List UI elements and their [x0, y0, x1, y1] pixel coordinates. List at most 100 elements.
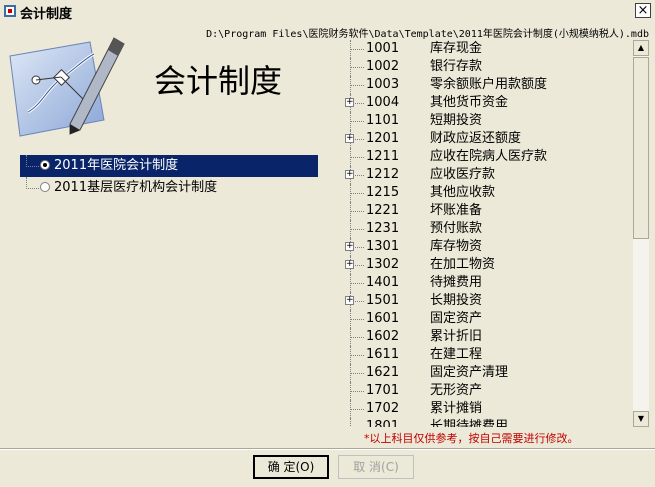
account-code: 1701	[366, 383, 400, 398]
account-name: 短期投资	[430, 113, 483, 128]
tree-row[interactable]: +1301 库存物资	[336, 238, 649, 256]
account-code: 1001	[366, 41, 400, 56]
account-code: 1801	[366, 419, 400, 427]
account-name: 库存物资	[430, 239, 483, 254]
reference-note: *以上科目仅供参考，按自己需要进行修改。	[364, 432, 579, 445]
account-code: 1602	[366, 329, 400, 344]
expand-plus-icon[interactable]: +	[345, 134, 354, 143]
accounts-tree[interactable]: 1001 库存现金 1002 银行存款 1003 零余额账户用款额度 +1004 其他货币资金…	[336, 40, 649, 427]
tree-row[interactable]: 1221 坏账准备	[336, 202, 649, 220]
account-name: 在建工程	[430, 347, 483, 362]
tree-connector	[350, 211, 364, 212]
scroll-up-icon[interactable]: ▲	[633, 40, 649, 56]
tree-row[interactable]: 1701 无形资产	[336, 382, 649, 400]
account-name: 其他应收款	[430, 185, 496, 200]
tree-row[interactable]: +1501 长期投资	[336, 292, 649, 310]
expand-plus-icon[interactable]: +	[345, 98, 354, 107]
window-title: 会计制度	[20, 7, 73, 22]
tree-connector	[350, 193, 364, 194]
ok-button[interactable]: 确 定(O)	[253, 455, 329, 479]
account-name: 无形资产	[430, 383, 483, 398]
tree-connector	[350, 337, 364, 338]
tree-connector	[26, 155, 39, 167]
tree-row[interactable]: 1101 短期投资	[336, 112, 649, 130]
account-name: 在加工物资	[430, 257, 496, 272]
title-bar: 会计制度 ×	[0, 0, 655, 22]
account-code: 1212	[366, 167, 400, 182]
tree-connector	[350, 319, 364, 320]
tree-connector	[350, 157, 364, 158]
page-title: 会计制度	[154, 62, 283, 100]
account-code: 1003	[366, 77, 400, 92]
option-label: 2011年医院会计制度	[54, 158, 179, 173]
radio-selected-icon[interactable]	[40, 160, 50, 170]
account-code: 1101	[366, 113, 400, 128]
tree-row[interactable]: 1003 零余额账户用款额度	[336, 76, 649, 94]
tree-row[interactable]: 1211 应收在院病人医疗款	[336, 148, 649, 166]
account-name: 固定资产	[430, 311, 483, 326]
account-name: 预付账款	[430, 221, 483, 236]
radio-unselected-icon[interactable]	[40, 182, 50, 192]
scroll-down-icon[interactable]: ▼	[633, 411, 649, 427]
cancel-button[interactable]: 取 消(C)	[338, 455, 414, 479]
account-code: 1611	[366, 347, 400, 362]
tree-connector	[350, 391, 364, 392]
account-name: 坏账准备	[430, 203, 483, 218]
close-button[interactable]: ×	[635, 3, 651, 18]
app-icon	[4, 5, 16, 17]
tree-row[interactable]: 1621 固定资产清理	[336, 364, 649, 382]
tree-row[interactable]: 1231 预付账款	[336, 220, 649, 238]
expand-plus-icon[interactable]: +	[345, 296, 354, 305]
expand-plus-icon[interactable]: +	[345, 260, 354, 269]
tree-connector	[350, 67, 364, 68]
account-code: 1401	[366, 275, 400, 290]
account-name: 累计摊销	[430, 401, 483, 416]
expand-plus-icon[interactable]: +	[345, 170, 354, 179]
system-options: 2011年医院会计制度 2011基层医疗机构会计制度	[20, 155, 318, 199]
tree-connector	[350, 373, 364, 374]
bezier-pen-logo	[9, 37, 125, 137]
tree-row[interactable]: 1702 累计摊销	[336, 400, 649, 418]
tree-row[interactable]: 1401 待摊费用	[336, 274, 649, 292]
account-name: 应收在院病人医疗款	[430, 149, 548, 164]
tree-row[interactable]: 1215 其他应收款	[336, 184, 649, 202]
account-name: 固定资产清理	[430, 365, 509, 380]
tree-row[interactable]: 1002 银行存款	[336, 58, 649, 76]
tree-connector	[350, 283, 364, 284]
tree-row[interactable]: 1001 库存现金	[336, 40, 649, 58]
option-label: 2011基层医疗机构会计制度	[54, 180, 218, 195]
tree-row[interactable]: 1601 固定资产	[336, 310, 649, 328]
scroll-thumb[interactable]	[633, 57, 649, 239]
option-primary-care-2011[interactable]: 2011基层医疗机构会计制度	[20, 177, 318, 199]
tree-row[interactable]: 1801 长期待摊费用	[336, 418, 649, 427]
tree-row[interactable]: +1212 应收医疗款	[336, 166, 649, 184]
account-code: 1702	[366, 401, 400, 416]
tree-connector	[350, 85, 364, 86]
account-name: 长期投资	[430, 293, 483, 308]
tree-row[interactable]: 1602 累计折旧	[336, 328, 649, 346]
divider	[0, 448, 655, 450]
database-path: D:\Program Files\医院财务软件\Data\Template\20…	[206, 29, 649, 40]
tree-row[interactable]: +1201 财政应返还额度	[336, 130, 649, 148]
account-code: 1302	[366, 257, 400, 272]
account-name: 财政应返还额度	[430, 131, 522, 146]
tree-scrollbar[interactable]: ▲ ▼	[633, 40, 649, 427]
option-hospital-2011[interactable]: 2011年医院会计制度	[20, 155, 318, 177]
tree-connector	[350, 418, 351, 427]
account-name: 长期待摊费用	[430, 419, 509, 427]
tree-row[interactable]: +1004 其他货币资金	[336, 94, 649, 112]
account-code: 1601	[366, 311, 400, 326]
account-name: 库存现金	[430, 41, 483, 56]
tree-row[interactable]: +1302 在加工物资	[336, 256, 649, 274]
tree-row[interactable]: 1611 在建工程	[336, 346, 649, 364]
account-code: 1201	[366, 131, 400, 146]
tree-connector	[350, 355, 364, 356]
account-code: 1215	[366, 185, 400, 200]
tree-connector	[350, 49, 364, 50]
account-name: 待摊费用	[430, 275, 483, 290]
account-code: 1002	[366, 59, 400, 74]
account-code: 1501	[366, 293, 400, 308]
expand-plus-icon[interactable]: +	[345, 242, 354, 251]
tree-connector	[350, 121, 364, 122]
account-code: 1621	[366, 365, 400, 380]
